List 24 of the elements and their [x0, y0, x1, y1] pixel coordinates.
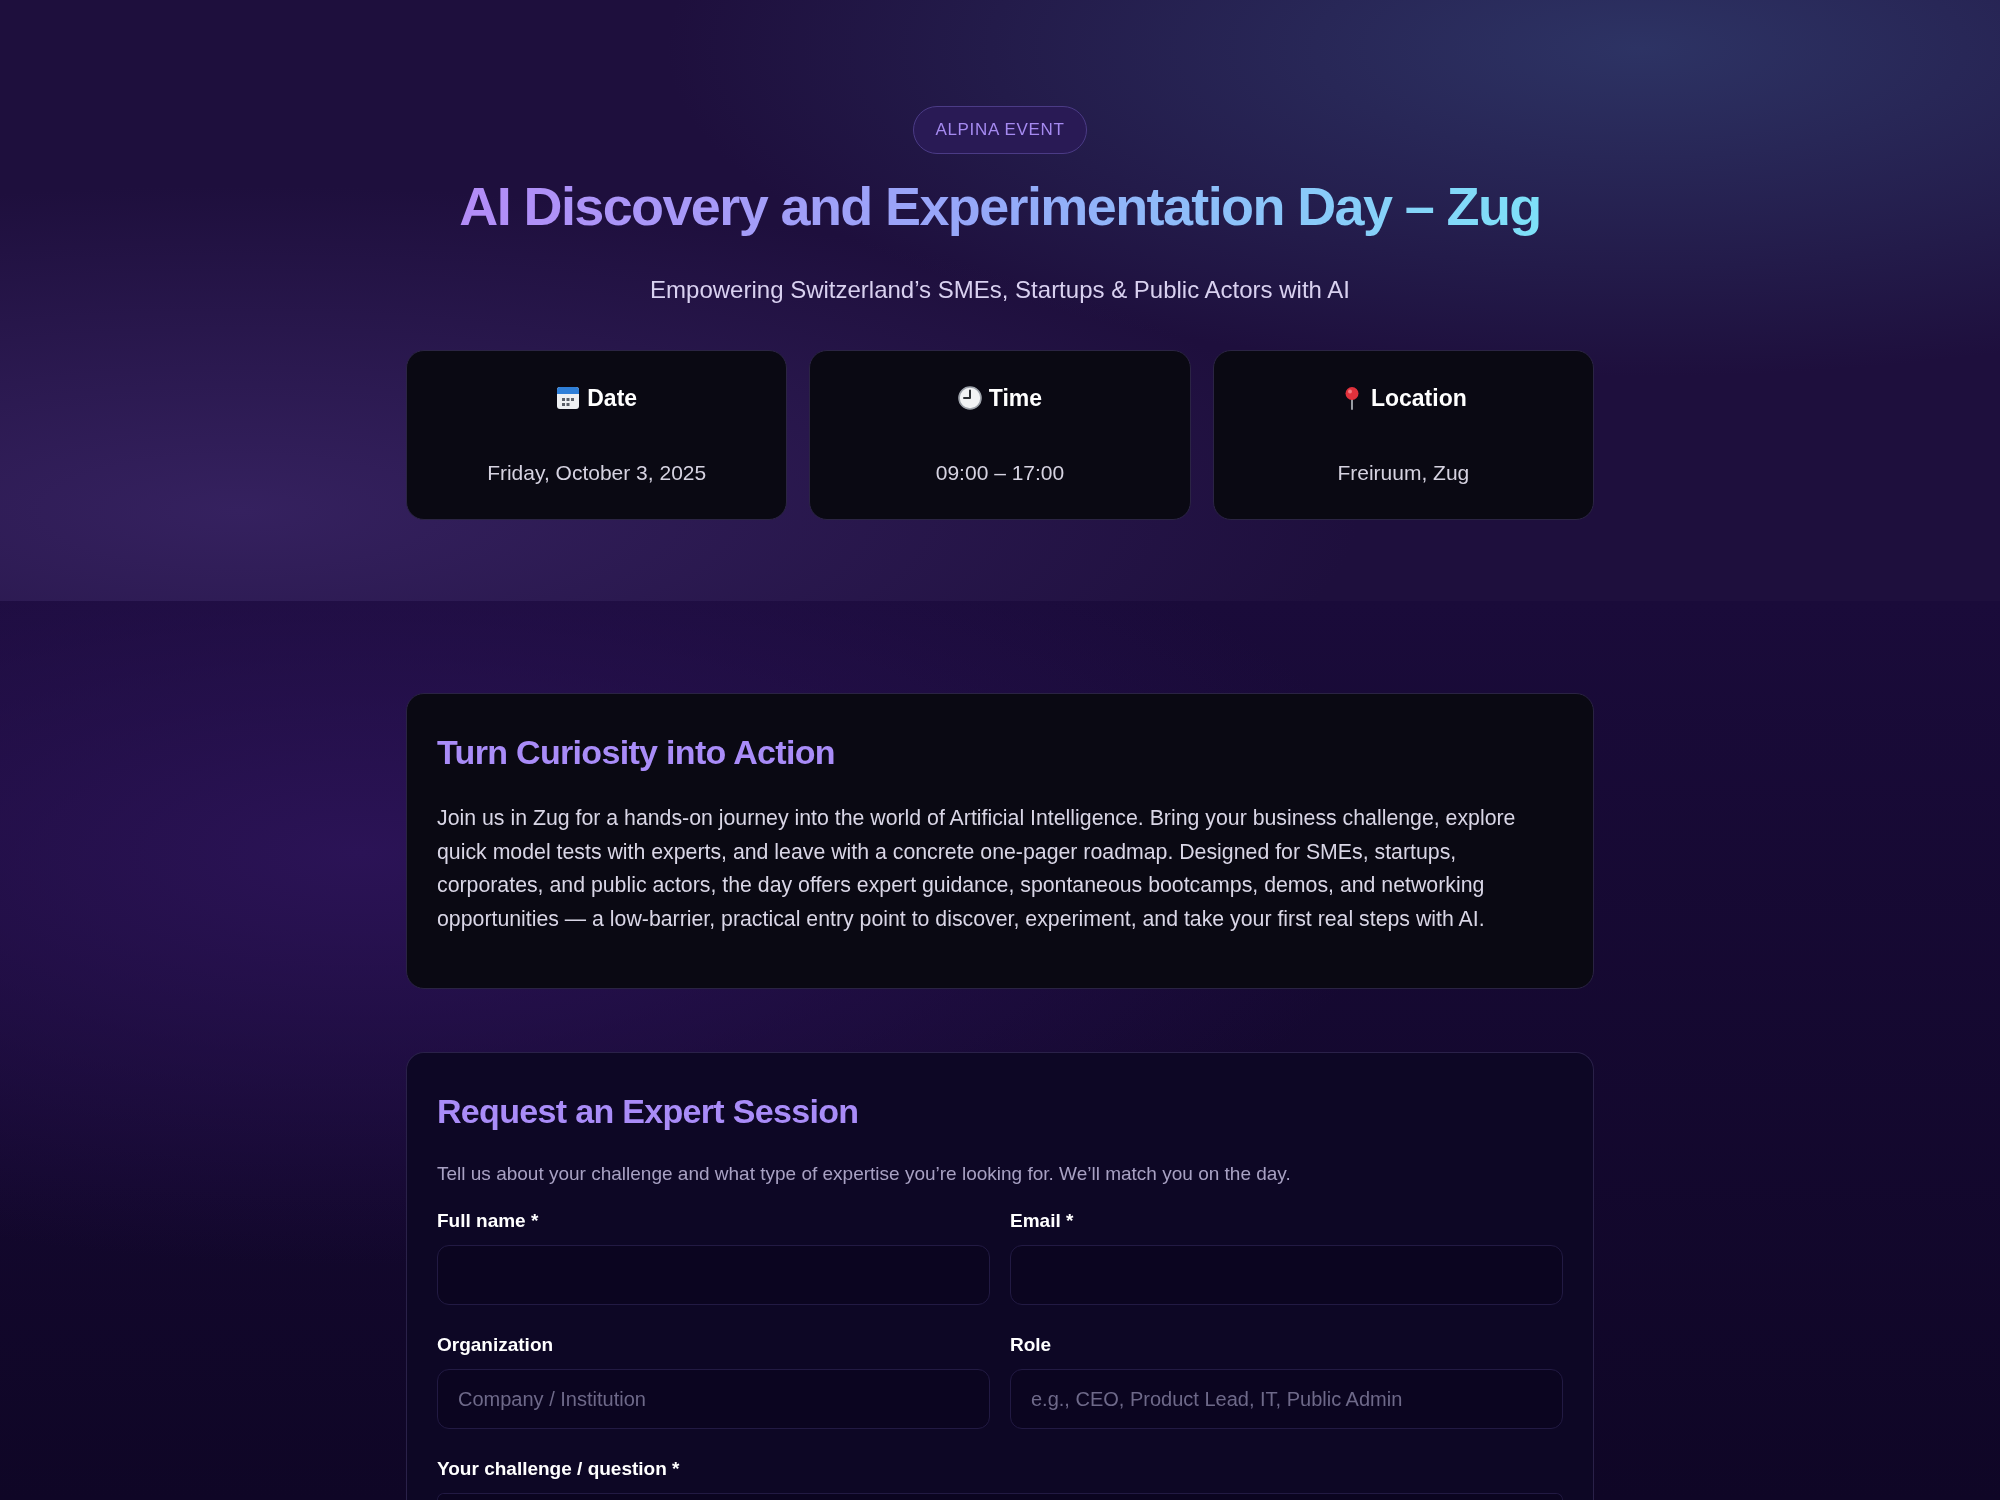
- field-label: Organization: [437, 1333, 555, 1357]
- form-description: Tell us about your challenge and what type of expertise you’re looking for. We’ll match you on the day.: [437, 1162, 1292, 1186]
- info-label: Location: [1370, 384, 1467, 413]
- calendar-icon: [556, 386, 581, 410]
- input-field[interactable]: e.g., CEO, Product Lead, IT, Public Admin: [1010, 1369, 1563, 1429]
- input-field[interactable]: [437, 1245, 990, 1305]
- info-value: 09:00 – 17:00: [935, 460, 1065, 486]
- info-value: Freiruum, Zug: [1337, 460, 1470, 486]
- info-label: Date: [587, 384, 638, 413]
- section-heading: Request an Expert Session: [437, 1091, 860, 1132]
- input-field[interactable]: [1010, 1245, 1563, 1305]
- event-badge: ALPINA EVENT: [913, 106, 1087, 154]
- input-field[interactable]: Company / Institution: [437, 1369, 990, 1429]
- field-label: Your challenge / question *: [437, 1457, 681, 1481]
- field-label: Full name *: [437, 1209, 540, 1233]
- section-heading: Turn Curiosity into Action: [437, 732, 836, 773]
- field-label: Role: [1010, 1333, 1053, 1357]
- info-value: Friday, October 3, 2025: [487, 460, 707, 486]
- field-label: Email *: [1010, 1209, 1075, 1233]
- intro-paragraph: Join us in Zug for a hands-on journey into the world of Artificial Intelligence. Bring your business challenge, explore quick model tests with experts, and leave with a concrete one-pager roadmap. Designed for SMEs, startups, corporates, and public actors, the day offers expert guidance, spontaneous bootcamps, demos, and networking opportunities — a low-barrier, practical entry point to discover, experiment, and take your first real steps with AI.: [437, 805, 1517, 933]
- subtitle: Empowering Switzerland’s SMEs, Startups & Public Actors with AI: [650, 275, 1350, 305]
- info-label: Time: [988, 384, 1043, 413]
- text-area[interactable]: [437, 1493, 1563, 1500]
- clock-icon: [957, 386, 982, 410]
